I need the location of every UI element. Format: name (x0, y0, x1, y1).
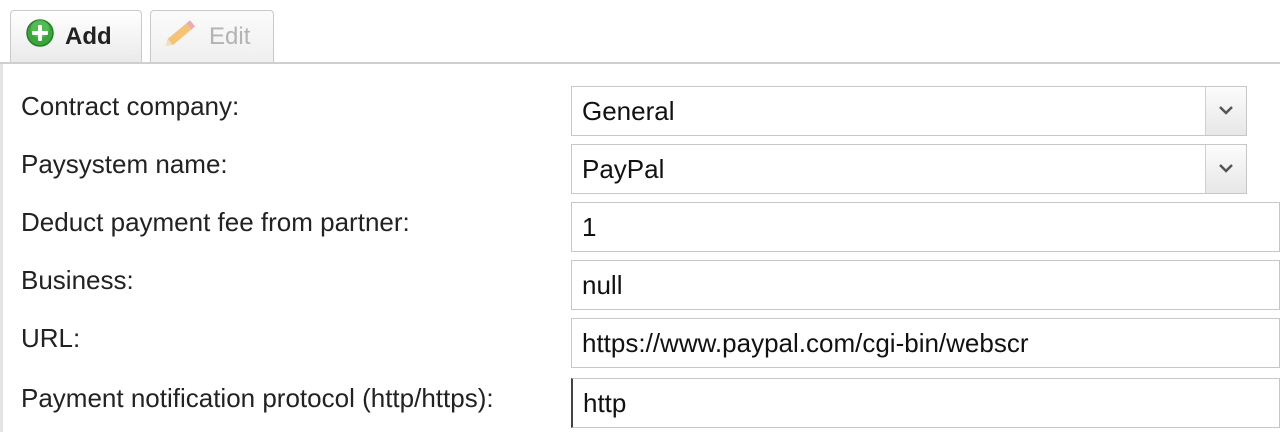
row-notification-protocol: Payment notification protocol (http/http… (21, 370, 1280, 428)
deduct-fee-input[interactable]: 1 (571, 202, 1280, 252)
tab-bar: Add Edit (0, 0, 1280, 64)
contract-company-dropdown-button[interactable] (1205, 86, 1247, 136)
row-url: URL: https://www.paypal.com/cgi-bin/webs… (21, 310, 1280, 368)
pencil-icon (163, 16, 199, 57)
row-business: Business: null (21, 252, 1280, 310)
url-input[interactable]: https://www.paypal.com/cgi-bin/webscr (571, 318, 1280, 368)
chevron-down-icon (1218, 102, 1234, 120)
chevron-down-icon (1218, 160, 1234, 178)
contract-company-label: Contract company: (21, 91, 240, 121)
business-input[interactable]: null (571, 260, 1280, 310)
deduct-fee-label: Deduct payment fee from partner: (21, 207, 410, 237)
notification-protocol-input[interactable]: http (571, 378, 1280, 428)
plus-circle-icon (25, 18, 55, 55)
paysystem-name-dropdown-button[interactable] (1205, 144, 1247, 194)
contract-company-select[interactable]: General (571, 86, 1247, 136)
notification-protocol-label: Payment notification protocol (http/http… (21, 383, 494, 413)
tab-edit[interactable]: Edit (150, 10, 274, 62)
tab-add-label: Add (65, 22, 112, 50)
row-contract-company: Contract company: General (21, 78, 1280, 136)
row-paysystem-name: Paysystem name: PayPal (21, 136, 1280, 194)
tab-edit-label: Edit (209, 22, 251, 50)
business-label: Business: (21, 265, 134, 295)
url-label: URL: (21, 323, 81, 353)
paysystem-name-select[interactable]: PayPal (571, 144, 1247, 194)
form-panel: Contract company: General Paysystem name… (0, 64, 1280, 432)
paysystem-name-label: Paysystem name: (21, 149, 228, 179)
tab-add[interactable]: Add (10, 10, 142, 62)
row-deduct-fee: Deduct payment fee from partner: 1 (21, 194, 1280, 252)
